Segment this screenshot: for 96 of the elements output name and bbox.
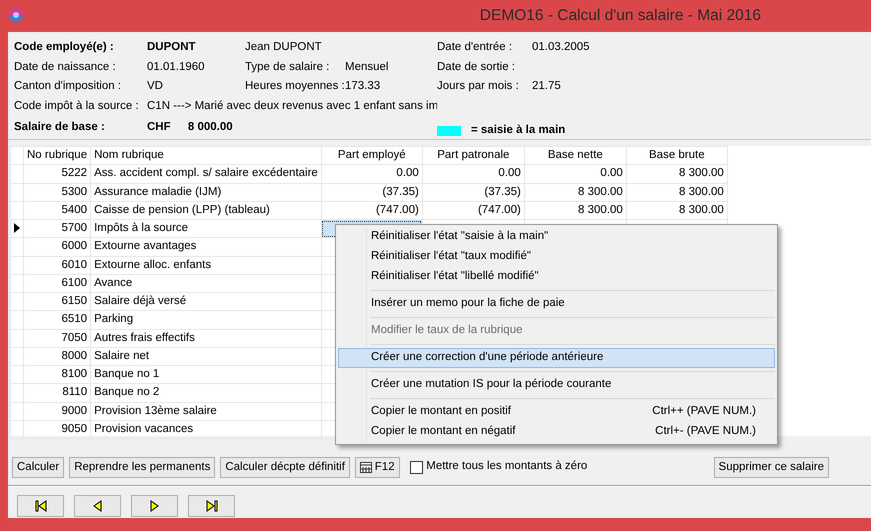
table-cell: Avance <box>90 274 322 292</box>
table-cell: Ass. accident compl. s/ salaire excédentaire <box>90 164 322 183</box>
menu-item[interactable]: Copier le montant en positif Ctrl++ (PAVE NUM.) <box>338 402 775 422</box>
table-cell: 0.00 <box>524 164 626 183</box>
action-button[interactable]: Supprimer ce salaire <box>714 456 829 478</box>
field-label: Canton d'imposition : <box>14 79 122 94</box>
table-cell: Impôts à la source <box>90 220 322 238</box>
field-value: Jean DUPONT <box>245 40 323 56</box>
field-label: Jours par mois : <box>437 79 520 94</box>
table-cell: 0.00 <box>321 164 422 183</box>
f12-button[interactable]: F12 <box>354 456 400 478</box>
calendar-icon <box>360 462 372 472</box>
column-header: Base nette <box>524 146 626 165</box>
table-cell: 9000 <box>24 402 91 420</box>
table-cell: 8 300.00 <box>524 201 626 220</box>
table-cell: Assurance maladie (IJM) <box>90 183 322 202</box>
field-value: CHF <box>147 120 171 135</box>
field-label: Code impôt à la source : <box>14 98 140 114</box>
field-value: Mensuel <box>345 60 390 75</box>
menu-item[interactable]: Insérer un memo pour la fiche de paie <box>338 294 775 314</box>
table-cell: Extourne avantages <box>90 238 322 256</box>
field-value: DUPONT <box>147 40 197 56</box>
menu-item: Modifier le taux de la rubrique <box>370 323 524 338</box>
column-header: Part employé <box>321 146 422 165</box>
table-cell: 6010 <box>24 256 91 274</box>
last-button[interactable] <box>188 495 235 517</box>
field-label: Type de salaire : <box>245 60 330 75</box>
menu-item[interactable]: Réinitialiser l'état "libellé modifié" <box>338 267 775 287</box>
column-header: No rubrique <box>24 146 91 165</box>
field-value: 21.75 <box>532 79 562 94</box>
checkbox-label: Mettre tous les montants à zéro <box>426 459 588 474</box>
table-cell: Provision 13ème salaire <box>90 402 322 420</box>
app-icon <box>8 7 24 24</box>
window-title: DEMO16 - Calcul d'un salaire - Mai 2016 <box>480 6 761 26</box>
field-label: Heures moyennes : <box>245 79 345 94</box>
action-button[interactable]: Reprendre les permanents <box>69 456 216 478</box>
table-cell: 8 300.00 <box>626 201 728 220</box>
menu-item[interactable]: Créer une correction d'une période antérieure <box>338 348 775 368</box>
field-label: Code employé(e) : <box>14 40 115 56</box>
menu-item[interactable]: Créer une mutation IS pour la période courante <box>338 375 775 395</box>
table-cell: Parking <box>90 310 322 329</box>
field-value: VD <box>147 79 164 94</box>
table-cell: 9050 <box>24 420 91 438</box>
table-cell: 8000 <box>24 347 91 366</box>
table-cell: 6100 <box>24 274 91 292</box>
column-header: Part patronale <box>422 146 524 165</box>
action-button[interactable]: Calculer <box>12 456 64 478</box>
previous-button[interactable] <box>74 495 121 517</box>
table-cell: Extourne alloc. enfants <box>90 256 322 274</box>
menu-item[interactable]: Copier le montant en négatif Ctrl+- (PAVE NUM.) <box>338 422 775 442</box>
table-cell: 8 300.00 <box>524 183 626 202</box>
table-cell: 8 300.00 <box>626 183 728 202</box>
table-cell: Salaire net <box>90 347 322 366</box>
table-cell: 5700 <box>24 220 91 238</box>
field-label: Date de sortie : <box>437 60 516 75</box>
checkbox[interactable] <box>410 460 424 474</box>
table-cell: Autres frais effectifs <box>90 329 322 348</box>
table-cell: 7050 <box>24 329 91 348</box>
table-cell: 8100 <box>24 366 91 384</box>
action-button[interactable]: Calculer décpte définitif <box>220 456 350 478</box>
first-icon <box>34 500 46 512</box>
column-header: Nom rubrique <box>90 146 322 165</box>
column-header: Base brute <box>626 146 728 165</box>
field-value: 8 000.00 <box>188 120 233 135</box>
field-value: 01.01.1960 <box>147 60 206 75</box>
field-value: C1N ---> Marié avec deux revenus avec 1 enfant sans im <box>147 98 437 114</box>
field-value: 173.33 <box>345 79 382 94</box>
last-icon <box>206 500 218 512</box>
previous-icon <box>93 500 102 512</box>
menu-item[interactable]: Réinitialiser l'état "taux modifié" <box>338 247 775 267</box>
table-cell: 5300 <box>24 183 91 202</box>
table-cell: Salaire déjà versé <box>90 292 322 311</box>
table-cell: 6150 <box>24 292 91 311</box>
legend-label: = saisie à la main <box>471 123 566 138</box>
table-cell: Caisse de pension (LPP) (tableau) <box>90 201 322 220</box>
table-cell: 6000 <box>24 238 91 256</box>
first-button[interactable] <box>17 495 64 517</box>
table-cell: 6510 <box>24 310 91 329</box>
menu-item[interactable]: Réinitialiser l'état "saisie à la main" <box>338 227 775 247</box>
table-cell: 0.00 <box>422 164 524 183</box>
table-cell: 8110 <box>24 384 91 402</box>
table-cell: Provision vacances <box>90 420 322 438</box>
table-cell: 8 300.00 <box>626 164 728 183</box>
table-cell: 5400 <box>24 201 91 220</box>
table-cell: 5222 <box>24 164 91 183</box>
table-cell: Banque no 2 <box>90 384 322 402</box>
field-value: 01.03.2005 <box>532 40 591 56</box>
table-cell: (747.00) <box>422 201 524 220</box>
table-cell: (37.35) <box>321 183 422 202</box>
field-label: Date de naissance : <box>14 60 117 75</box>
table-cell: Banque no 1 <box>90 366 322 384</box>
field-label: Date d'entrée : <box>437 40 514 56</box>
table-cell: (37.35) <box>422 183 524 202</box>
next-button[interactable] <box>131 495 178 517</box>
next-icon <box>150 500 159 512</box>
field-label: Salaire de base : <box>14 120 106 135</box>
